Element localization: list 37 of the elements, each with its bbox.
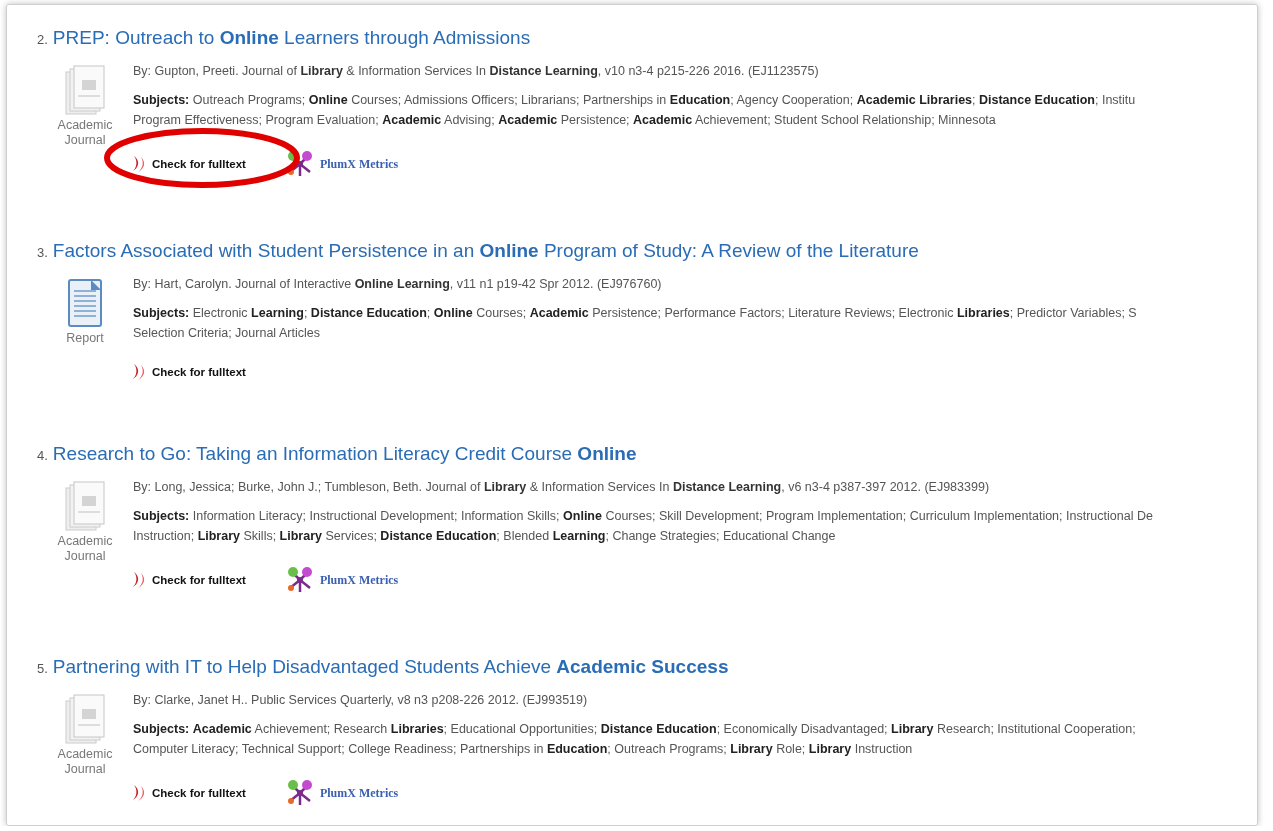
document-type: Academic Journal bbox=[56, 747, 114, 777]
journal-icon bbox=[63, 64, 107, 118]
result-number: 3. bbox=[37, 245, 48, 260]
citation-text: By: Hart, Carolyn. Journal of Interactive Online Learning, v11 n1 p19-42 Spr 2012. (EJ976760) bbox=[133, 277, 663, 291]
document-type: Academic Journal bbox=[56, 534, 114, 564]
result-title-link[interactable]: PREP: Outreach to Online Learners through Admissions bbox=[52, 27, 531, 49]
document-type: Report bbox=[65, 331, 105, 346]
check-fulltext-link[interactable]: Check for fulltext bbox=[128, 155, 246, 173]
plumx-metrics-link[interactable]: PlumX Metrics bbox=[285, 779, 399, 807]
subjects-line: Subjects: Information Literacy; Instructional Development; Information Skills; Online Courses; Skill Development; Program Implementation; Curriculum Implementation; Instructional De bbox=[133, 508, 1153, 525]
result-number: 2. bbox=[37, 32, 48, 47]
result-title-link[interactable]: Partnering with IT to Help Disadvantaged Students Achieve Academic Success bbox=[52, 656, 729, 678]
plumx-icon bbox=[285, 150, 314, 178]
plumx-icon bbox=[285, 779, 314, 807]
subjects-line: Program Effectiveness; Program Evaluation; Academic Advising; Academic Persistence; Academic Achievement; Student School Relationship; Minnesota bbox=[133, 112, 997, 129]
citation-text: By: Long, Jessica; Burke, John J.; Tumbleson, Beth. Journal of Library & Information Services In Distance Learning, v6 n3-4 p387-397 2012. (EJ983399) bbox=[133, 480, 991, 494]
result-number: 4. bbox=[37, 448, 48, 463]
subjects-line: Selection Criteria; Journal Articles bbox=[133, 325, 321, 342]
plumx-icon bbox=[285, 566, 314, 594]
check-fulltext-link[interactable]: Check for fulltext bbox=[128, 784, 246, 802]
result-number: 5. bbox=[37, 661, 48, 676]
result-title-link[interactable]: Research to Go: Taking an Information Literacy Credit Course Online bbox=[52, 443, 637, 465]
check-fulltext-link[interactable]: Check for fulltext bbox=[128, 363, 246, 381]
subjects-line: Subjects: Electronic Learning; Distance Education; Online Courses; Academic Persistence; Performance Factors; Literature Reviews; Electronic Libraries; Predictor Variables; S bbox=[133, 305, 1137, 322]
subjects-line: Subjects: Academic Achievement; Research Libraries; Educational Opportunities; Distance Education; Economically Disadvantaged; Library Research; Institutional Cooperation; bbox=[133, 721, 1136, 738]
subjects-line: Computer Literacy; Technical Support; College Readiness; Partnerships in Education; Outreach Programs; Library Role; Library Instruction bbox=[133, 741, 914, 758]
subjects-line: Subjects: Outreach Programs; Online Courses; Admissions Officers; Librarians; Partnerships in Education; Agency Cooperation; Academic Libraries; Distance Education; Institu bbox=[133, 92, 1136, 109]
journal-icon bbox=[63, 480, 107, 534]
check-fulltext-link[interactable]: Check for fulltext bbox=[128, 571, 246, 589]
subjects-line: Instruction; Library Skills; Library Services; Distance Education; Blended Learning; Change Strategies; Educational Change bbox=[133, 528, 837, 545]
journal-icon bbox=[63, 693, 107, 747]
result-title-link[interactable]: Factors Associated with Student Persistence in an Online Program of Study: A Review of the Literature bbox=[52, 240, 919, 262]
citation-text: By: Gupton, Preeti. Journal of Library & Information Services In Distance Learning, v10 n3-4 p215-226 2016. (EJ1123575) bbox=[133, 64, 820, 78]
citation-text: By: Clarke, Janet H.. Public Services Quarterly, v8 n3 p208-226 2012. (EJ993519) bbox=[133, 693, 589, 707]
plumx-metrics-link[interactable]: PlumX Metrics bbox=[285, 150, 399, 178]
document-type: Academic Journal bbox=[56, 118, 114, 148]
plumx-metrics-link[interactable]: PlumX Metrics bbox=[285, 566, 399, 594]
